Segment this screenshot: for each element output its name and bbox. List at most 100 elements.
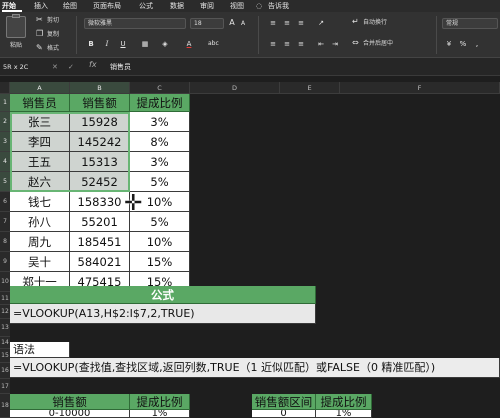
formula-section-title[interactable]: 公式 [10, 286, 316, 304]
cell-b7[interactable]: 55201 [70, 212, 130, 232]
cell-c3[interactable]: 8% [130, 132, 190, 152]
decrease-indent-icon[interactable]: ⇤ [316, 39, 326, 49]
align-middle-icon[interactable]: ≡ [282, 18, 292, 28]
column-header-f[interactable]: F [340, 82, 500, 94]
lookup-cell-amount[interactable]: 0-10000 [10, 410, 130, 418]
row-header[interactable]: 1 [0, 94, 10, 112]
format-painter-icon[interactable]: ✎ [36, 43, 43, 53]
cut-button[interactable]: 剪切 [47, 17, 59, 25]
row-header[interactable]: 14 [0, 337, 10, 349]
cell-c4[interactable]: 3% [130, 152, 190, 172]
cancel-icon[interactable]: ✕ [52, 63, 58, 71]
row-header[interactable]: 16 [0, 363, 10, 379]
row-header[interactable]: 8 [0, 232, 10, 252]
formula-input[interactable]: 销售员 [110, 61, 131, 73]
font-size-select[interactable]: 18 [190, 18, 224, 29]
cell-a9[interactable]: 吴十 [10, 252, 70, 272]
cell-a4[interactable]: 王五 [10, 152, 70, 172]
align-left-icon[interactable]: ≡ [268, 39, 278, 49]
cell-a3[interactable]: 李四 [10, 132, 70, 152]
cell-b6[interactable]: 158330 [70, 192, 130, 212]
row-header[interactable]: 9 [0, 252, 10, 272]
underline-button[interactable]: U [118, 39, 128, 49]
tab-review[interactable]: 审阅 [200, 1, 214, 11]
merge-center-icon[interactable]: ⇔ [352, 38, 359, 48]
confirm-icon[interactable]: ✓ [68, 63, 74, 71]
bold-button[interactable]: B [86, 39, 96, 49]
font-name-select[interactable]: 微软雅黑 [84, 18, 186, 29]
syntax-text[interactable]: =VLOOKUP(查找值,查找区域,返回列数,TRUE（1 近似匹配）或FALS… [10, 358, 500, 378]
decrease-font-icon[interactable]: A [238, 19, 248, 29]
cell-b8[interactable]: 185451 [70, 232, 130, 252]
scissors-icon[interactable]: ✂ [36, 15, 43, 25]
row-header[interactable]: 7 [0, 212, 10, 232]
range-header-rate[interactable]: 提成比例 [316, 394, 372, 410]
wrap-text-button[interactable]: 自动换行 [363, 19, 387, 27]
cell-b3[interactable]: 145242 [70, 132, 130, 152]
row-header[interactable]: 18 [0, 394, 10, 418]
currency-icon[interactable]: ¥ [444, 39, 454, 49]
cell-b4[interactable]: 15313 [70, 152, 130, 172]
tab-formulas[interactable]: 公式 [139, 1, 153, 11]
lightbulb-icon[interactable]: ◌ [256, 1, 262, 11]
cell-b1[interactable]: 销售额 [70, 94, 130, 112]
copy-icon[interactable]: ❐ [36, 29, 43, 39]
merge-center-button[interactable]: 合并后居中 [363, 40, 393, 48]
text-orientation-icon[interactable]: ↗ [316, 18, 326, 28]
copy-button[interactable]: 复制 [47, 31, 59, 39]
cell-a8[interactable]: 周九 [10, 232, 70, 252]
italic-button[interactable]: I [102, 39, 112, 49]
cell-a7[interactable]: 孙八 [10, 212, 70, 232]
tab-draw[interactable]: 绘图 [63, 1, 77, 11]
increase-font-icon[interactable]: A [227, 18, 237, 28]
comma-style-icon[interactable]: , [472, 39, 482, 49]
cell-c8[interactable]: 10% [130, 232, 190, 252]
row-header[interactable]: 5 [0, 172, 10, 192]
row-header[interactable]: 12 [0, 305, 10, 319]
percent-icon[interactable]: % [458, 39, 468, 49]
align-bottom-icon[interactable]: ≡ [296, 18, 306, 28]
row-header[interactable]: 3 [0, 132, 10, 152]
increase-indent-icon[interactable]: ⇥ [330, 39, 340, 49]
range-cell-rate[interactable]: 1% [316, 410, 372, 418]
tab-insert[interactable]: 插入 [34, 1, 48, 11]
column-header-c[interactable]: C [130, 82, 190, 94]
select-all-corner[interactable] [0, 82, 10, 94]
formula-example-cell[interactable]: =VLOOKUP(A13,H$2:I$7,2,TRUE) [10, 304, 316, 324]
cell-c9[interactable]: 15% [130, 252, 190, 272]
font-color-icon[interactable]: A [184, 39, 194, 49]
align-center-icon[interactable]: ≡ [282, 39, 292, 49]
column-header-e[interactable]: E [280, 82, 340, 94]
cell-a6[interactable]: 钱七 [10, 192, 70, 212]
syntax-label[interactable]: 语法 [10, 342, 70, 358]
row-header[interactable]: 2 [0, 112, 10, 132]
align-top-icon[interactable]: ≡ [268, 18, 278, 28]
tab-page-layout[interactable]: 页面布局 [93, 1, 121, 11]
format-painter-button[interactable]: 格式 [47, 45, 59, 53]
cell-c1[interactable]: 提成比例 [130, 94, 190, 112]
phonetic-icon[interactable]: abc [208, 39, 219, 49]
range-header-amount[interactable]: 销售额区间 [252, 394, 316, 410]
column-header-b[interactable]: B [70, 82, 130, 94]
fx-icon[interactable]: fx [89, 60, 97, 69]
cell-a5[interactable]: 赵六 [10, 172, 70, 192]
cell-c5[interactable]: 5% [130, 172, 190, 192]
tab-view[interactable]: 视图 [230, 1, 244, 11]
borders-icon[interactable]: ▦ [140, 39, 150, 49]
wrap-text-icon[interactable]: ↵ [352, 17, 359, 27]
row-header[interactable]: 11 [0, 292, 10, 305]
lookup-header-rate[interactable]: 提成比例 [130, 394, 190, 410]
row-header[interactable]: 17 [0, 379, 10, 394]
column-header-d[interactable]: D [190, 82, 280, 94]
tab-tell-me[interactable]: 告诉我 [268, 1, 289, 11]
range-cell-amount[interactable]: 0 [252, 410, 316, 418]
row-header[interactable]: 15 [0, 349, 10, 363]
cell-a2[interactable]: 张三 [10, 112, 70, 132]
align-right-icon[interactable]: ≡ [296, 39, 306, 49]
row-header[interactable]: 13 [0, 319, 10, 337]
lookup-cell-rate[interactable]: 1% [130, 410, 190, 418]
cell-b2[interactable]: 15928 [70, 112, 130, 132]
column-header-a[interactable]: A [10, 82, 70, 94]
cell-a1[interactable]: 销售员 [10, 94, 70, 112]
cell-b9[interactable]: 584021 [70, 252, 130, 272]
